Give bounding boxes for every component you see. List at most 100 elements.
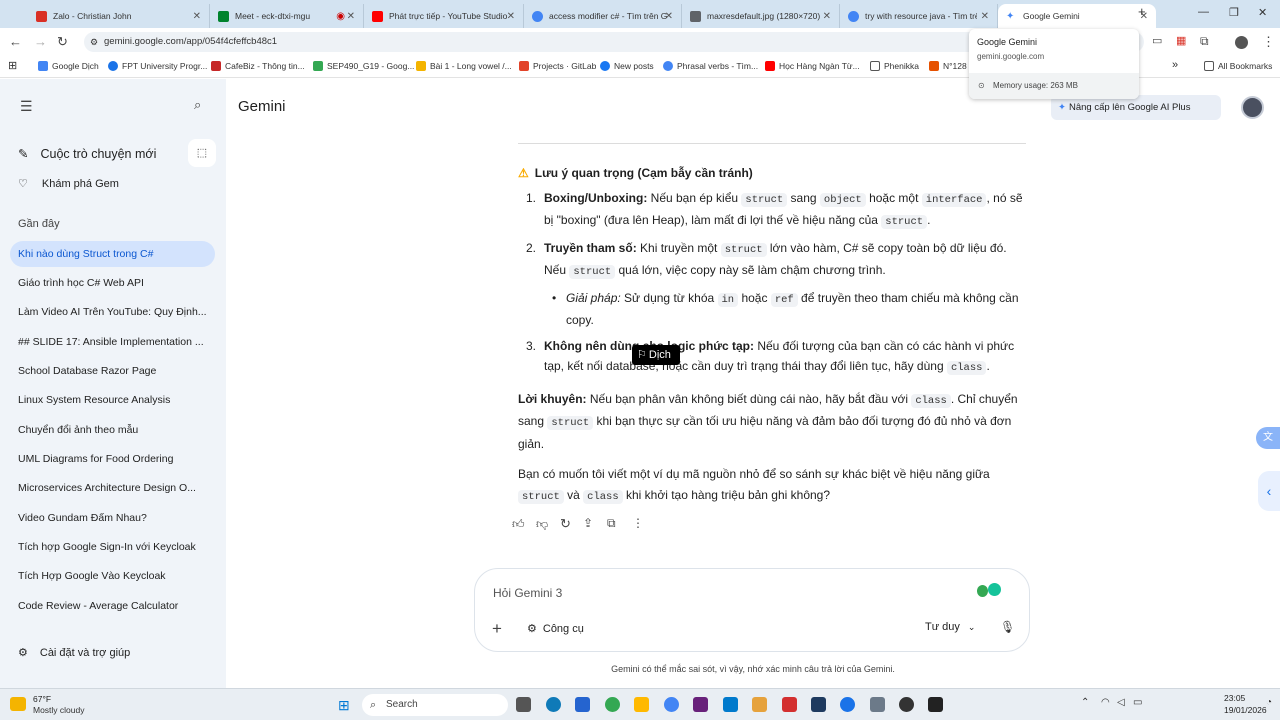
more-bookmarks-icon[interactable]: » bbox=[1172, 59, 1178, 71]
bookmark-phrasal-verbs[interactable]: Phrasal verbs - Tìm... bbox=[663, 61, 758, 71]
notifications-icon[interactable]: ◔ bbox=[1266, 697, 1272, 708]
github-icon[interactable] bbox=[899, 697, 914, 712]
close-icon[interactable]: ✕ bbox=[193, 11, 201, 22]
thumbs-down-icon[interactable]: 👎︎ bbox=[536, 517, 548, 532]
recent-chat-item[interactable]: Giáo trình học C# Web API bbox=[10, 270, 215, 296]
bookmark-long-vowel[interactable]: Bài 1 - Long vowel /... bbox=[416, 61, 512, 71]
recent-chat-item[interactable]: Tích Hợp Google Vào Keycloak bbox=[10, 563, 215, 589]
tab-image[interactable]: maxresdefault.jpg (1280×720) ✕ bbox=[682, 4, 840, 28]
recent-chat-item[interactable]: Microservices Architecture Design O... bbox=[10, 475, 215, 501]
tab-youtube-studio[interactable]: Phát trực tiếp - YouTube Studio ✕ bbox=[364, 4, 524, 28]
side-panel-chevron-icon[interactable]: ‹ bbox=[1258, 471, 1280, 511]
extension-icon[interactable] bbox=[977, 585, 988, 597]
tab-meet[interactable]: Meet - eck-dtxi-mgu ◉ ✕ bbox=[210, 4, 364, 28]
battery-icon[interactable]: ▭ bbox=[1133, 697, 1142, 708]
bookmark-hoc-hang-ngan-tu[interactable]: Học Hàng Ngàn Từ... bbox=[765, 61, 860, 71]
close-icon[interactable]: ✕ bbox=[823, 11, 831, 22]
bookmark-sep490[interactable]: SEP490_G19 - Goog... bbox=[313, 61, 414, 71]
apps-icon[interactable]: ⊞ bbox=[8, 59, 17, 72]
new-tab-button[interactable]: + bbox=[1138, 4, 1146, 19]
clock-date[interactable]: 19/01/2026 bbox=[1224, 705, 1267, 715]
microphone-icon[interactable]: 🎙︎ bbox=[1000, 620, 1015, 634]
copy-icon[interactable]: ⧉ bbox=[607, 516, 616, 531]
reload-icon[interactable]: ↻ bbox=[57, 34, 68, 50]
tab-gemini[interactable]: ✦ Google Gemini ✕ bbox=[998, 4, 1156, 28]
translate-popup[interactable]: ⚐ Dịch bbox=[632, 345, 680, 365]
clock-time[interactable]: 23:05 bbox=[1224, 693, 1245, 703]
forward-icon[interactable]: → bbox=[34, 34, 47, 49]
todo-icon[interactable] bbox=[575, 697, 590, 712]
recent-chat-item[interactable]: Khi nào dùng Struct trong C# bbox=[10, 241, 215, 267]
close-icon[interactable]: ✕ bbox=[981, 11, 989, 22]
tab-google-search[interactable]: access modifier c# - Tìm trên G ✕ bbox=[524, 4, 682, 28]
window-close-button[interactable]: ✕ bbox=[1258, 6, 1267, 19]
all-bookmarks[interactable]: All Bookmarks bbox=[1204, 61, 1272, 71]
add-icon[interactable]: + bbox=[492, 619, 502, 639]
translate-extension-icon[interactable]: 文 bbox=[1256, 427, 1280, 449]
temporary-chat-icon[interactable]: ⬚ bbox=[188, 139, 216, 167]
tab-google-search-2[interactable]: try with resource java - Tìm trê ✕ bbox=[840, 4, 998, 28]
explore-gem-button[interactable]: ♡ Khám phá Gem bbox=[18, 177, 119, 190]
tab-zalo[interactable]: Zalo - Christian John ✕ bbox=[28, 4, 210, 28]
snipping-tool-icon[interactable] bbox=[752, 697, 767, 712]
cast-icon[interactable]: ▭ bbox=[1152, 34, 1162, 47]
prompt-input[interactable]: Hỏi Gemini 3 bbox=[493, 586, 562, 600]
messenger-icon[interactable] bbox=[840, 697, 855, 712]
regenerate-icon[interactable]: ↻ bbox=[560, 516, 571, 532]
extensions-icon[interactable]: ⧉ bbox=[1200, 34, 1209, 49]
taskbar-search[interactable]: ⌕ Search bbox=[362, 694, 508, 716]
terminal-icon[interactable] bbox=[928, 697, 943, 712]
visual-studio-icon[interactable] bbox=[693, 697, 708, 712]
bookmark-n128[interactable]: N°128 bbox=[929, 61, 967, 71]
recent-chat-item[interactable]: Video Gundam Đấm Nhau? bbox=[10, 505, 215, 531]
windows-start-icon[interactable]: ⊞ bbox=[338, 697, 350, 714]
thumbs-up-icon[interactable]: 👍︎ bbox=[512, 517, 525, 532]
more-options-icon[interactable]: ⋮ bbox=[632, 516, 644, 530]
mode-dropdown[interactable]: Tư duy ⌄ bbox=[925, 621, 975, 633]
settings-help-button[interactable]: ⚙ Cài đặt và trợ giúp bbox=[18, 646, 130, 659]
wifi-icon[interactable]: ◠ bbox=[1101, 697, 1110, 708]
task-view-icon[interactable] bbox=[516, 697, 531, 712]
grammarly-icon[interactable] bbox=[988, 583, 1001, 596]
recent-chat-item[interactable]: UML Diagrams for Food Ordering bbox=[10, 446, 215, 472]
bookmark-phenikka[interactable]: Phenikka bbox=[870, 61, 919, 71]
edge-icon[interactable] bbox=[546, 697, 561, 712]
new-chat-button[interactable]: ✎ Cuộc trò chuyện mới bbox=[18, 146, 156, 161]
back-icon[interactable]: ← bbox=[9, 34, 22, 49]
file-explorer-icon[interactable] bbox=[634, 697, 649, 712]
minimize-button[interactable]: — bbox=[1198, 6, 1209, 18]
bookmark-new-posts[interactable]: New posts bbox=[600, 61, 654, 71]
tools-button[interactable]: ⚙ Công cụ bbox=[527, 622, 584, 635]
chevron-up-icon[interactable]: ⌃ bbox=[1081, 697, 1089, 708]
wps-icon[interactable] bbox=[782, 697, 797, 712]
close-icon[interactable]: ✕ bbox=[665, 11, 673, 22]
vscode-icon[interactable] bbox=[723, 697, 738, 712]
calendar-icon[interactable]: ▦ bbox=[1176, 34, 1186, 47]
account-avatar[interactable] bbox=[1241, 96, 1264, 119]
recent-chat-item[interactable]: Linux System Resource Analysis bbox=[10, 387, 215, 413]
chrome-profile-icon[interactable] bbox=[664, 697, 679, 712]
hamburger-menu-icon[interactable]: ☰ bbox=[20, 98, 33, 115]
share-icon[interactable]: ⇪ bbox=[583, 516, 593, 530]
menu-icon[interactable]: ⋮ bbox=[1262, 34, 1275, 50]
bookmark-gitlab[interactable]: Projects · GitLab bbox=[519, 61, 596, 71]
profile-avatar[interactable] bbox=[1235, 36, 1248, 49]
volume-icon[interactable]: ◁ bbox=[1117, 697, 1125, 708]
recent-chat-item[interactable]: Tích hợp Google Sign-In với Keycloak bbox=[10, 534, 215, 560]
recent-chat-item[interactable]: ## SLIDE 17: Ansible Implementation ... bbox=[10, 329, 215, 355]
database-tool-icon[interactable] bbox=[811, 697, 826, 712]
bookmark-cafebiz[interactable]: CafeBiz - Thông tin... bbox=[211, 61, 305, 71]
maximize-button[interactable]: ❐ bbox=[1229, 6, 1239, 19]
recent-chat-item[interactable]: Chuyển đổi ảnh theo mẫu bbox=[10, 417, 215, 443]
recent-chat-item[interactable]: School Database Razor Page bbox=[10, 358, 215, 384]
chrome-icon[interactable] bbox=[605, 697, 620, 712]
bookmark-google-dich[interactable]: Google Dịch bbox=[38, 61, 99, 71]
bookmark-fpt[interactable]: FPT University Progr... bbox=[108, 61, 207, 71]
search-icon[interactable]: ⌕ bbox=[194, 97, 201, 113]
recent-chat-item[interactable]: Code Review - Average Calculator bbox=[10, 593, 215, 619]
close-icon[interactable]: ✕ bbox=[347, 11, 355, 22]
settings-icon[interactable] bbox=[870, 697, 885, 712]
site-info-icon[interactable]: ⚙ bbox=[90, 32, 98, 52]
recent-chat-item[interactable]: Làm Video AI Trên YouTube: Quy Định... bbox=[10, 299, 215, 325]
close-icon[interactable]: ✕ bbox=[507, 11, 515, 22]
